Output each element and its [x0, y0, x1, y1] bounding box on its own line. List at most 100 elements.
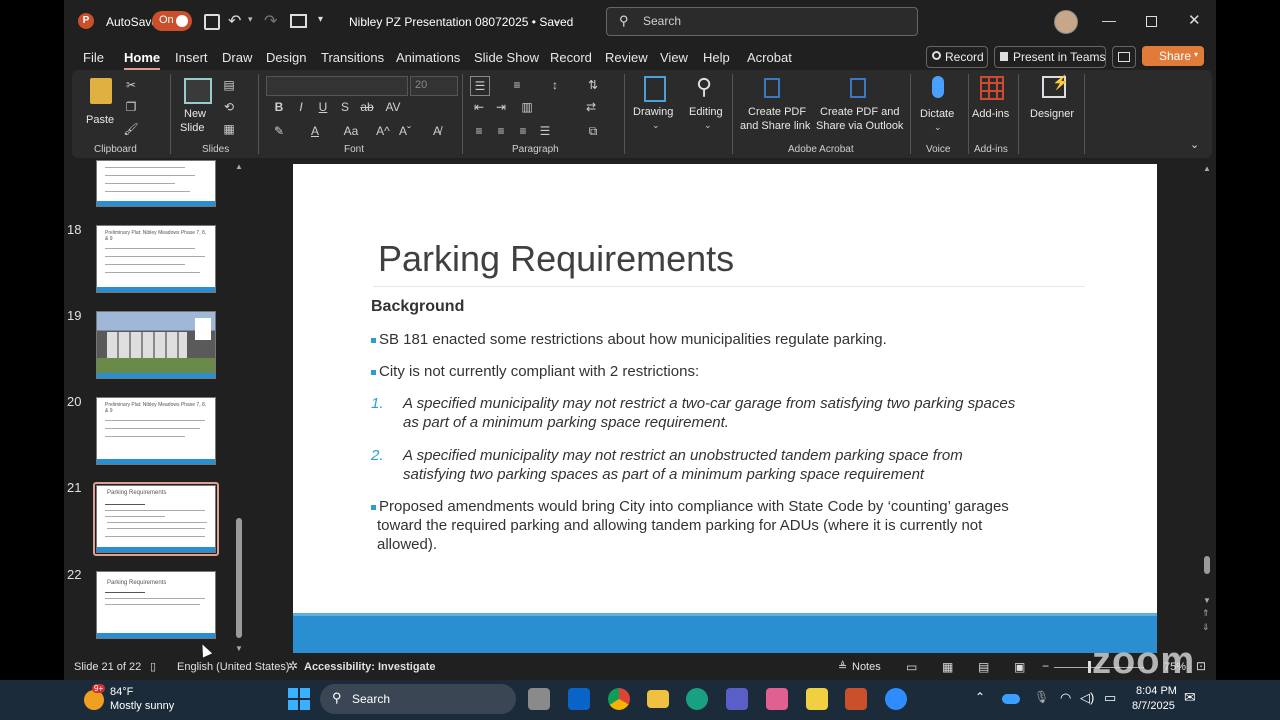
slide-thumbnail-18[interactable]: Preliminary Plat: Nibley Meadows Phase 7… [96, 225, 216, 293]
teams-icon[interactable] [726, 688, 748, 710]
normal-view-icon[interactable]: ▭ [906, 660, 917, 674]
bold-icon[interactable]: B [270, 98, 288, 116]
record-button[interactable]: Record [926, 46, 988, 68]
slide-thumbnail-20[interactable]: Preliminary Plat: Nibley Meadows Phase 7… [96, 397, 216, 465]
justify-icon[interactable]: ☰ [536, 122, 554, 140]
paste-button[interactable]: Paste [80, 74, 120, 138]
sort-icon[interactable]: ⇅ [584, 76, 602, 94]
create-pdf-share-link-button[interactable]: Create PDF and Share link [736, 74, 810, 138]
slide-scroll-up-icon[interactable]: ▲ [1203, 164, 1211, 173]
onedrive-icon[interactable] [1002, 694, 1020, 704]
clear-format-icon[interactable]: A̸ [428, 122, 446, 140]
slide-scroll-down-icon[interactable]: ▼ [1203, 596, 1211, 605]
increase-font-icon[interactable]: A^ [374, 122, 392, 140]
shadow-icon[interactable]: S [336, 98, 354, 116]
file-explorer-icon[interactable] [647, 690, 669, 708]
align-center-icon[interactable]: ≡ [492, 122, 510, 140]
slide-thumbnail-21[interactable]: Parking Requirements [96, 485, 216, 553]
accessibility-status[interactable]: Accessibility: Investigate [304, 661, 435, 673]
numbering-icon[interactable]: ≡ [508, 76, 526, 94]
dictate-button[interactable]: Dictate ⌄ [914, 74, 964, 138]
slide-sorter-icon[interactable]: ▦ [942, 660, 953, 674]
notes-button[interactable]: Notes [852, 661, 881, 673]
menu-animations[interactable]: Animations [396, 50, 460, 65]
align-left-icon[interactable]: ≡ [470, 122, 488, 140]
menu-home[interactable]: Home [124, 50, 161, 70]
reset-icon[interactable]: ⟲ [220, 98, 238, 116]
change-case-icon[interactable]: Aa [342, 122, 360, 140]
undo-dropdown-icon[interactable]: ▾ [248, 14, 253, 25]
present-from-start-icon[interactable] [290, 14, 307, 28]
slide-title[interactable]: Parking Requirements [378, 238, 734, 280]
outlook-icon[interactable] [568, 688, 590, 710]
menu-slide-show[interactable]: Slide Show [474, 50, 539, 65]
line-spacing-icon[interactable]: ↕ [546, 76, 564, 94]
text-direction-icon[interactable]: ⇄ [582, 98, 600, 116]
language-label[interactable]: English (United States) [177, 661, 290, 673]
menu-file[interactable]: File [83, 50, 104, 65]
fit-to-window-icon[interactable]: ⊡ [1196, 659, 1206, 673]
sticky-notes-icon[interactable] [806, 688, 828, 710]
show-hidden-icons[interactable]: ⌃ [975, 690, 985, 704]
customize-toolbar-icon[interactable]: ▾ [318, 14, 323, 25]
thumb-scroll-up-icon[interactable]: ▲ [235, 162, 243, 171]
next-slide-icon[interactable]: ⇓ [1202, 622, 1210, 633]
menu-transitions[interactable]: Transitions [321, 50, 384, 65]
cut-icon[interactable]: ✂ [122, 76, 140, 94]
present-in-teams-button[interactable]: Present in Teams [994, 46, 1106, 68]
powerpoint-taskbar-icon[interactable] [845, 688, 867, 710]
copy-icon[interactable]: ❐ [122, 98, 140, 116]
task-view-icon[interactable] [528, 688, 550, 710]
reading-view-icon[interactable]: ▤ [978, 660, 989, 674]
char-spacing-icon[interactable]: AV [384, 98, 402, 116]
collapse-ribbon-icon[interactable]: ⌄ [1190, 138, 1199, 151]
menu-draw[interactable]: Draw [222, 50, 252, 65]
notifications-icon[interactable]: ✉ [1184, 689, 1196, 706]
document-title[interactable]: Nibley PZ Presentation 08072025 • Saved [349, 15, 573, 29]
zoom-slider-thumb[interactable] [1088, 661, 1091, 673]
autosave-toggle[interactable]: On [152, 11, 192, 31]
menu-record[interactable]: Record [550, 50, 592, 65]
addins-button[interactable]: Add-ins [970, 74, 1016, 138]
title-dropdown-icon[interactable]: ⌄ [553, 15, 561, 26]
slide-thumbnail-19[interactable] [96, 311, 216, 379]
menu-design[interactable]: Design [266, 50, 306, 65]
font-size-box[interactable]: 20 [410, 76, 458, 96]
new-slide-button[interactable]: New Slide [176, 74, 216, 138]
spelling-icon[interactable]: ▯ [150, 660, 156, 673]
decrease-font-icon[interactable]: Aˇ [396, 122, 414, 140]
menu-view[interactable]: View [660, 50, 688, 65]
search-box[interactable]: ⚲ Search [606, 7, 918, 36]
share-button[interactable]: Share ▾ [1142, 46, 1204, 66]
create-pdf-outlook-button[interactable]: Create PDF and Share via Outlook [814, 74, 904, 138]
zoom-out-icon[interactable]: − [1042, 659, 1049, 673]
decrease-indent-icon[interactable]: ⇤ [470, 98, 488, 116]
menu-help[interactable]: Help [703, 50, 730, 65]
bullets-icon[interactable]: ☰ [470, 76, 490, 96]
clock-time[interactable]: 8:04 PM [1136, 685, 1177, 697]
undo-icon[interactable]: ↶ [228, 11, 241, 31]
previous-slide-icon[interactable]: ⇑ [1202, 608, 1210, 619]
increase-indent-icon[interactable]: ⇥ [492, 98, 510, 116]
restore-icon[interactable] [1146, 16, 1157, 27]
italic-icon[interactable]: I [292, 98, 310, 116]
slide-thumbnail-22[interactable]: Parking Requirements [96, 571, 216, 639]
drawing-button[interactable]: Drawing ⌄ [628, 74, 684, 138]
menu-review[interactable]: Review [605, 50, 648, 65]
user-avatar[interactable] [1054, 10, 1078, 34]
slide-canvas[interactable]: Parking Requirements Background SB 181 e… [293, 164, 1157, 653]
slideshow-view-icon[interactable]: ▣ [1014, 660, 1025, 674]
thumb-scroll-down-icon[interactable]: ▼ [235, 644, 243, 653]
start-button[interactable] [288, 688, 310, 710]
wifi-icon[interactable]: ◠ [1060, 690, 1071, 706]
smartart-icon[interactable]: ⧉ [584, 122, 602, 140]
close-icon[interactable]: ✕ [1188, 11, 1201, 29]
battery-icon[interactable]: ▭ [1104, 690, 1116, 706]
chrome-icon[interactable] [608, 688, 630, 710]
layout-icon[interactable]: ▤ [220, 76, 238, 94]
zoom-taskbar-icon[interactable] [885, 688, 907, 710]
section-icon[interactable]: ▦ [220, 120, 238, 138]
weather-widget[interactable]: 9+ 84°F Mostly sunny [80, 684, 190, 718]
slide-scrollbar[interactable] [1204, 556, 1210, 574]
clock-date[interactable]: 8/7/2025 [1132, 700, 1175, 712]
